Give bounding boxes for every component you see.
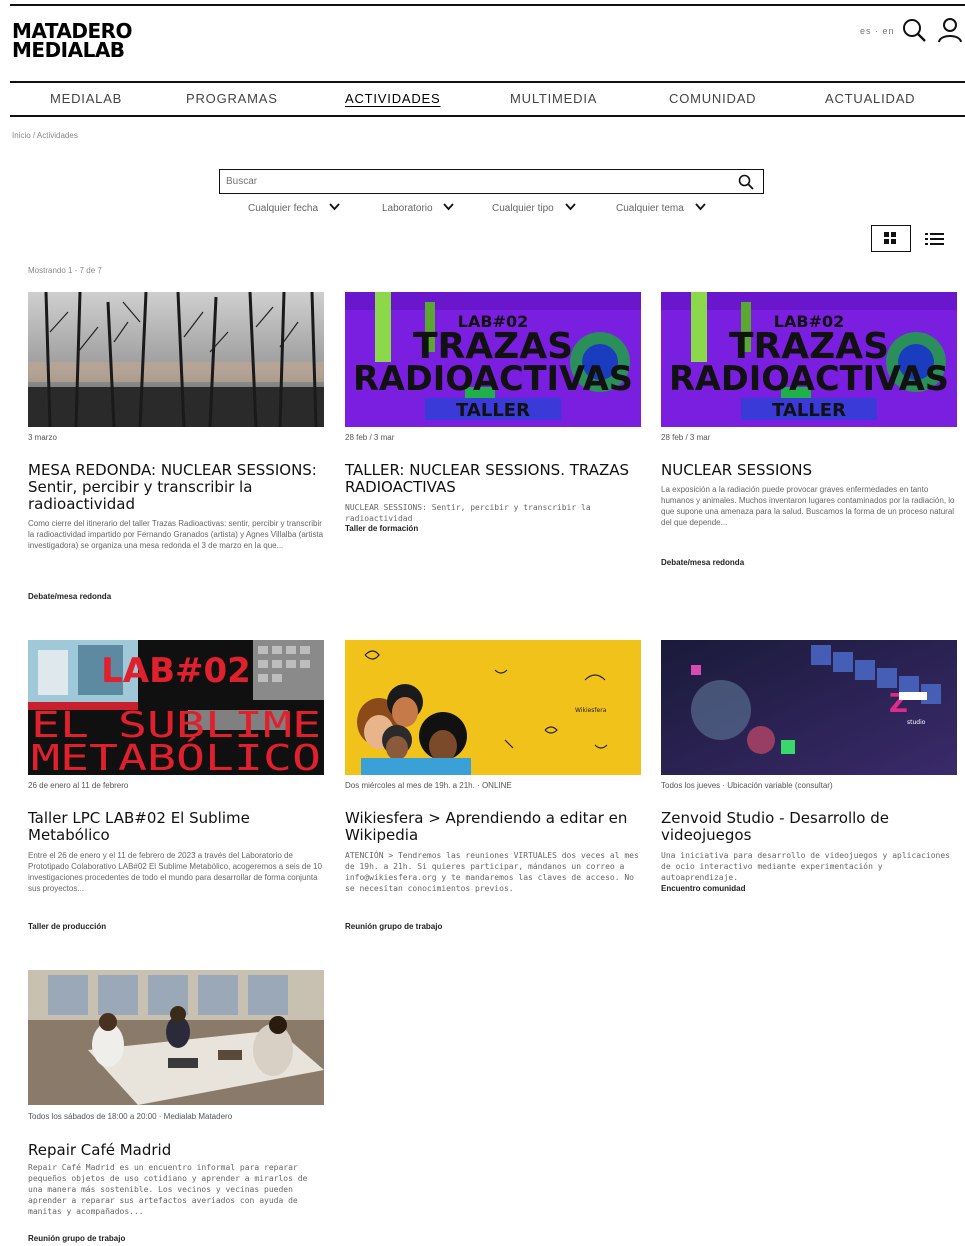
card-category[interactable]: Debate/mesa redonda (28, 592, 111, 601)
thumb-lab-text: LAB#02 (101, 651, 251, 691)
card-category[interactable]: Taller de producción (28, 922, 106, 931)
filter-date[interactable]: Cualquier fecha (248, 203, 340, 214)
card-image[interactable] (28, 292, 324, 427)
main-nav: MEDIALAB PROGRAMAS ACTIVIDADES MULTIMEDI… (10, 81, 965, 117)
card-date: Todos los sábados de 18:00 a 20:00 · Med… (28, 1112, 233, 1121)
filter-type-label: Cualquier tipo (492, 203, 554, 215)
header-top-rule (10, 4, 965, 6)
card-title[interactable]: Taller LPC LAB#02 El Sublime Metabólico (28, 810, 324, 844)
card-description: NUCLEAR SESSIONS: Sentir, percibir y tra… (345, 503, 591, 523)
filter-lab[interactable]: Laboratorio (382, 203, 455, 215)
card-image[interactable]: Wikiesfera (345, 640, 641, 775)
user-icon[interactable] (936, 16, 964, 44)
language-switcher[interactable]: es · en (860, 26, 895, 36)
card-date: Todos los jueves · Ubicación variable (c… (661, 781, 833, 790)
filter-type[interactable]: Cualquier tipo (492, 203, 576, 214)
chevron-down-icon (443, 203, 455, 214)
results-count: Mostrando 1 - 7 de 7 (28, 266, 102, 275)
chevron-down-icon (694, 203, 706, 214)
svg-text:studio: studio (907, 719, 926, 726)
grid-icon (884, 232, 896, 244)
card-image[interactable]: LAB#02 TRAZAS RADIOACTIVAS TALLER (661, 292, 957, 427)
card-image[interactable]: Z studio (661, 640, 957, 775)
filter-theme[interactable]: Cualquier tema (616, 203, 706, 214)
card-title[interactable]: TALLER: NUCLEAR SESSIONS. TRAZAS RADIOAC… (345, 462, 641, 496)
card-description: La exposición a la radiación puede provo… (661, 485, 955, 527)
search-box (219, 169, 764, 194)
card-description: Entre el 26 de enero y el 11 de febrero … (28, 851, 322, 893)
card-description: Como cierre del itinerario del taller Tr… (28, 519, 324, 550)
card-description: ATENCIÓN > Tendremos las reuniones VIRTU… (345, 851, 639, 893)
nav-item-comunidad[interactable]: COMUNIDAD (669, 91, 756, 106)
list-icon (925, 233, 944, 245)
card-category[interactable]: Encuentro comunidad (661, 884, 745, 893)
card-date: 3 marzo (28, 433, 57, 442)
card-category[interactable]: Taller de formación (345, 524, 418, 533)
card-image[interactable]: LAB#02 TRAZAS RADIOACTIVAS TALLER (345, 292, 641, 427)
nav-item-medialab[interactable]: MEDIALAB (50, 91, 122, 106)
card-category[interactable]: Reunión grupo de trabajo (345, 922, 442, 931)
search-icon[interactable] (900, 16, 928, 44)
svg-text:Wikiesfera: Wikiesfera (575, 707, 607, 714)
card-description: Repair Café Madrid es un encuentro infor… (28, 1163, 308, 1216)
card-category[interactable]: Debate/mesa redonda (661, 558, 744, 567)
card-title[interactable]: Repair Café Madrid (28, 1142, 324, 1159)
nav-item-programas[interactable]: PROGRAMAS (186, 91, 278, 106)
card-image[interactable]: LAB#02 EL SUBLIME METABÓLICO (28, 640, 324, 775)
card-image[interactable] (28, 970, 324, 1105)
card-date: 28 feb / 3 mar (345, 433, 395, 442)
breadcrumb[interactable]: Inicio / Actividades (12, 131, 78, 140)
thumb-title-line-3: TALLER (456, 400, 530, 421)
card-title[interactable]: Zenvoid Studio - Desarrollo de videojueg… (661, 810, 957, 844)
list-view-button[interactable] (922, 228, 948, 250)
filter-lab-label: Laboratorio (382, 203, 433, 215)
card-title[interactable]: NUCLEAR SESSIONS (661, 462, 957, 479)
nav-item-multimedia[interactable]: MULTIMEDIA (510, 91, 597, 106)
chevron-down-icon (329, 203, 340, 214)
thumb-title-line-2: RADIOACTIVAS (669, 359, 949, 399)
card-date: Dos miércoles al mes de 19h. a 21h. · ON… (345, 781, 512, 790)
card-description: Una iniciativa para desarrollo de videoj… (661, 851, 950, 882)
nav-item-actividades[interactable]: ACTIVIDADES (345, 91, 440, 106)
card-title[interactable]: MESA REDONDA: NUCLEAR SESSIONS: Sentir, … (28, 462, 324, 513)
thumb-title-line-2: RADIOACTIVAS (353, 359, 633, 399)
nav-item-actualidad[interactable]: ACTUALIDAD (825, 91, 915, 106)
thumb-title-line-3: TALLER (772, 400, 846, 421)
logo-line-2: MEDIALAB (12, 38, 125, 62)
card-date: 26 de enero al 11 de febrero (28, 781, 129, 790)
chevron-down-icon (564, 203, 576, 214)
search-icon[interactable] (737, 173, 755, 191)
card-category[interactable]: Reunión grupo de trabajo (28, 1234, 125, 1243)
thumb-title-line-2: METABÓLICO (31, 737, 321, 775)
filter-theme-label: Cualquier tema (616, 203, 684, 215)
grid-view-button[interactable] (871, 225, 911, 252)
card-date: 28 feb / 3 mar (661, 433, 711, 442)
filter-date-label: Cualquier fecha (248, 203, 319, 215)
site-logo[interactable]: MATADERO MEDIALAB (12, 21, 133, 62)
search-input[interactable] (226, 173, 726, 190)
card-title[interactable]: Wikiesfera > Aprendiendo a editar en Wik… (345, 810, 641, 844)
